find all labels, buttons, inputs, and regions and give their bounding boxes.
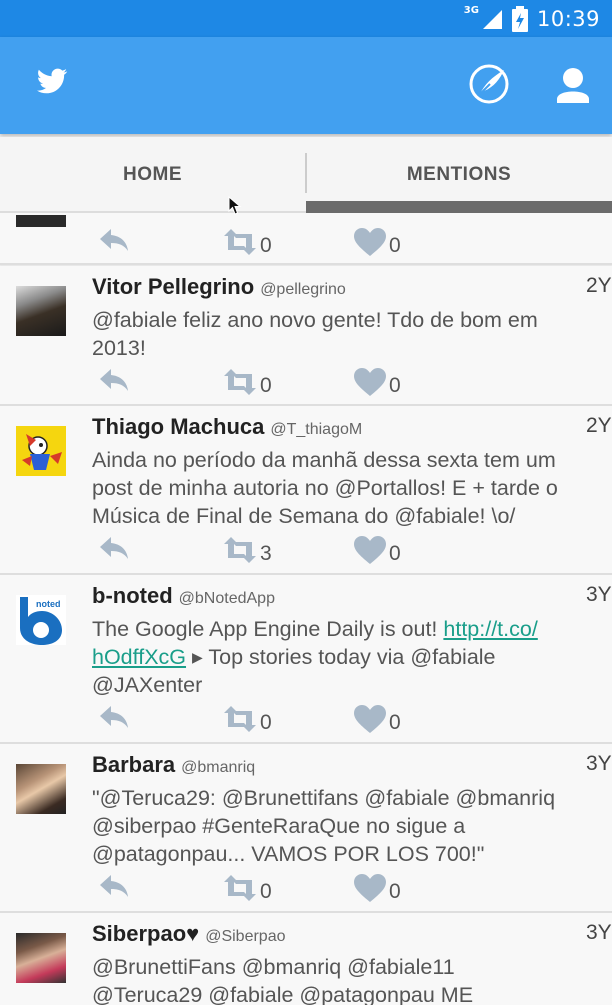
author-handle: @bmanriq bbox=[181, 759, 256, 776]
reply-button[interactable] bbox=[97, 534, 131, 562]
favorite-button[interactable]: 0 bbox=[353, 703, 401, 735]
avatar[interactable] bbox=[16, 933, 66, 983]
favorite-count: 0 bbox=[389, 234, 401, 257]
tweet-item[interactable]: Siberpao♥ @Siberpao 3Y @BrunettiFans @bma… bbox=[0, 913, 612, 1005]
retweet-icon bbox=[224, 229, 256, 255]
retweet-button[interactable]: 3 bbox=[222, 534, 272, 566]
reply-icon bbox=[100, 537, 128, 559]
reply-icon bbox=[100, 875, 128, 897]
tweet-text: "@Teruca29: @Brunettifans @fabiale @bman… bbox=[92, 786, 556, 866]
favorite-count: 0 bbox=[389, 374, 401, 397]
retweet-count: 0 bbox=[260, 880, 272, 903]
tweet-item[interactable]: Barbara @bmanriq 3Y "@Teruca29: @Brunetti… bbox=[0, 744, 612, 913]
retweet-icon bbox=[224, 537, 256, 563]
profile-icon[interactable] bbox=[553, 65, 593, 109]
tweet-link[interactable]: http://t.co/ bbox=[443, 617, 537, 641]
tweet-text: The Google App Engine Daily is out! http… bbox=[92, 617, 538, 697]
favorite-count: 0 bbox=[389, 711, 401, 734]
reply-icon bbox=[100, 229, 128, 251]
status-bar: 3G 10:39 bbox=[0, 0, 612, 37]
tweet-text: @BrunettiFans @bmanriq @fabiale11 @Teruc… bbox=[92, 955, 474, 1005]
tweet-actions: 3 0 bbox=[0, 534, 612, 568]
twitter-bird-icon[interactable] bbox=[36, 67, 68, 101]
favorite-button[interactable]: 0 bbox=[353, 366, 401, 398]
favorite-count: 0 bbox=[389, 880, 401, 903]
author-handle: @T_thiagoM bbox=[270, 421, 363, 438]
tweet-item[interactable]: Vitor Pellegrino @pellegrino 2Y @fabiale … bbox=[0, 266, 612, 406]
tweet-actions: 0 0 bbox=[0, 703, 612, 737]
author-name[interactable]: Vitor Pellegrino @pellegrino bbox=[92, 274, 346, 300]
tweet-item[interactable]: 0 0 bbox=[0, 213, 612, 265]
avatar[interactable]: noted bbox=[16, 595, 66, 645]
tweet-actions: 0 0 bbox=[0, 366, 612, 400]
avatar[interactable] bbox=[16, 286, 66, 336]
favorite-button[interactable]: 0 bbox=[353, 226, 401, 258]
tab-home[interactable]: HOME bbox=[0, 137, 305, 213]
author-name[interactable]: Barbara @bmanriq bbox=[92, 752, 255, 778]
retweet-count: 0 bbox=[260, 711, 272, 734]
tweet-link[interactable]: hOdffXcG bbox=[92, 645, 186, 669]
tweet-text: Ainda no período da manhã dessa sexta te… bbox=[92, 448, 558, 528]
favorite-count: 0 bbox=[389, 542, 401, 565]
reply-button[interactable] bbox=[97, 703, 131, 731]
heart-icon bbox=[354, 705, 386, 733]
favorite-button[interactable]: 0 bbox=[353, 872, 401, 904]
author-handle: @pellegrino bbox=[260, 281, 346, 298]
reply-icon bbox=[100, 706, 128, 728]
avatar[interactable] bbox=[16, 426, 66, 476]
reply-button[interactable] bbox=[97, 366, 131, 394]
reply-button[interactable] bbox=[97, 872, 131, 900]
signal-icon bbox=[482, 9, 502, 29]
compose-tweet-icon[interactable] bbox=[468, 63, 510, 109]
retweet-icon bbox=[224, 706, 256, 732]
retweet-count: 0 bbox=[260, 374, 272, 397]
tweet-actions: 0 0 bbox=[0, 872, 612, 906]
retweet-icon bbox=[224, 875, 256, 901]
retweet-button[interactable]: 0 bbox=[222, 366, 272, 398]
retweet-count: 0 bbox=[260, 234, 272, 257]
network-type: 3G bbox=[463, 5, 479, 16]
svg-text:noted: noted bbox=[36, 599, 61, 609]
author-handle: @Siberpao bbox=[205, 928, 286, 945]
retweet-button[interactable]: 0 bbox=[222, 703, 272, 735]
battery-icon bbox=[511, 5, 528, 32]
clock: 10:39 bbox=[536, 6, 600, 31]
tweet-time: 2Y bbox=[586, 274, 612, 297]
reply-icon bbox=[100, 369, 128, 391]
mouse-cursor-icon bbox=[228, 196, 242, 215]
tweet-feed[interactable]: 0 0 Vitor Pellegrino @pellegrino 2Y @fabi… bbox=[0, 213, 612, 1005]
author-handle: @bNotedApp bbox=[178, 590, 275, 607]
retweet-button[interactable]: 0 bbox=[222, 872, 272, 904]
tweet-item[interactable]: Thiago Machuca @T_thiagoM 2Y Ainda no per… bbox=[0, 406, 612, 575]
retweet-button[interactable]: 0 bbox=[222, 226, 272, 258]
author-name[interactable]: Thiago Machuca @T_thiagoM bbox=[92, 414, 362, 440]
tweet-text: @fabiale feliz ano novo gente! Tdo de bo… bbox=[92, 308, 538, 360]
retweet-count: 3 bbox=[260, 542, 272, 565]
tweet-item[interactable]: noted b-noted @bNotedApp 3Y The Google Ap… bbox=[0, 575, 612, 744]
app-bar bbox=[0, 37, 612, 134]
heart-icon bbox=[354, 228, 386, 256]
tweet-time: 3Y bbox=[586, 921, 612, 944]
active-tab-indicator bbox=[306, 201, 612, 213]
heart-icon bbox=[354, 368, 386, 396]
tweet-actions: 0 0 bbox=[0, 226, 612, 260]
tweet-time: 2Y bbox=[586, 414, 612, 437]
author-name[interactable]: Siberpao♥ @Siberpao bbox=[92, 921, 286, 947]
heart-icon bbox=[354, 874, 386, 902]
avatar[interactable] bbox=[16, 764, 66, 814]
retweet-icon bbox=[224, 369, 256, 395]
heart-icon bbox=[354, 536, 386, 564]
tweet-time: 3Y bbox=[586, 583, 612, 606]
status-icons: 3G 10:39 bbox=[464, 0, 600, 37]
reply-button[interactable] bbox=[97, 226, 131, 254]
author-name[interactable]: b-noted @bNotedApp bbox=[92, 583, 275, 609]
favorite-button[interactable]: 0 bbox=[353, 534, 401, 566]
tweet-time: 3Y bbox=[586, 752, 612, 775]
